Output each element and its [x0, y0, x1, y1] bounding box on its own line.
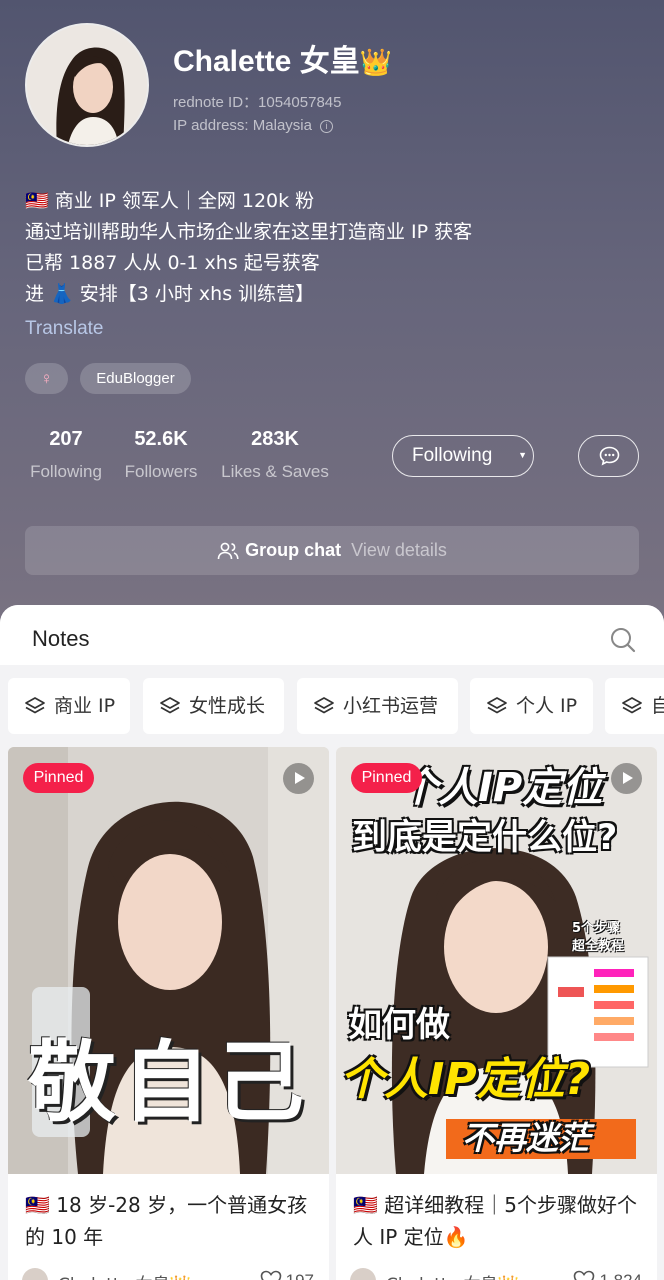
note-title: 🇲🇾 超详细教程｜5个步骤做好个人 IP 定位🔥 [353, 1193, 637, 1249]
note-thumbnail[interactable]: 个人IP定位 到底是定什么位? 5个步骤 超全教程 如何做 个人IP定位? 不再… [336, 747, 657, 1174]
category-label: 个人 IP [516, 695, 578, 717]
message-button[interactable] [578, 435, 639, 477]
following-label: Following [412, 445, 493, 466]
group-chat-label: Group chat [245, 540, 342, 560]
layers-icon [487, 697, 507, 714]
search-button[interactable] [610, 627, 636, 658]
note-footer: Chalette 女皇👑 197 [22, 1264, 322, 1280]
layers-icon [160, 697, 180, 714]
stat-label: Following [30, 462, 102, 481]
layers-icon [314, 697, 334, 714]
layers-icon [622, 697, 642, 714]
stat-label: Followers [124, 462, 198, 481]
notes-panel: Notes 商业 IP 女性成长 小红书运营 个人 IP 自 敬自己 Pinne… [0, 605, 664, 1280]
overlay-text: 个人IP定位 [398, 765, 603, 811]
pinned-badge: Pinned [351, 763, 422, 793]
info-icon[interactable]: i [319, 120, 333, 133]
group-chat-bar[interactable]: Group chat View details [25, 526, 639, 575]
bio-line: 进 👗 安排【3 小时 xhs 训练营】 [25, 283, 315, 305]
like-count[interactable]: 197 [260, 1270, 314, 1280]
category-chip[interactable]: 自 [605, 678, 664, 734]
overlay-text: 个人IP定位? [340, 1054, 591, 1105]
bio-line: 通过培训帮助华人市场企业家在这里打造商业 IP 获客 [25, 221, 473, 243]
following-button[interactable]: Following ▼ [392, 435, 534, 477]
play-icon [611, 763, 642, 794]
profile-name: Chalette 女皇👑 [173, 45, 393, 78]
category-label: 商业 IP [54, 695, 116, 717]
translate-link[interactable]: Translate [25, 318, 104, 340]
overlay-text: 超全教程 [572, 939, 625, 954]
author-avatar[interactable] [350, 1268, 376, 1280]
author-avatar[interactable] [22, 1268, 48, 1280]
layers-icon [25, 697, 45, 714]
stat-value: 283K [251, 428, 299, 450]
stat-value: 207 [49, 428, 83, 450]
profile-header: Chalette 女皇👑 rednote ID：1054057845 IP ad… [0, 0, 664, 640]
rednote-id: rednote ID：1054057845 [173, 94, 342, 111]
play-icon [283, 763, 314, 794]
category-chip[interactable]: 商业 IP [8, 678, 130, 734]
bio-line: 已帮 1887 人从 0-1 xhs 起号获客 [25, 252, 320, 274]
bio-line: 🇲🇾 商业 IP 领军人｜全网 120k 粉 [25, 190, 315, 212]
category-label: 小红书运营 [343, 695, 439, 717]
note-footer: Chalette 女皇👑 1,824 [350, 1264, 650, 1280]
heart-icon [260, 1270, 281, 1280]
category-label: 女性成长 [189, 695, 266, 717]
note-title: 🇲🇾 18 岁-28 岁，一个普通女孩的 10 年 [25, 1193, 308, 1249]
author-name[interactable]: Chalette 女皇👑 [58, 1270, 191, 1280]
overlay-text: 5个步骤 [572, 921, 621, 936]
like-value: 197 [286, 1271, 314, 1280]
search-icon [611, 628, 636, 653]
stat-following[interactable]: 207 Following [25, 428, 107, 482]
overlay-text: 敬 [28, 1031, 123, 1134]
stat-likes-saves[interactable]: 283K Likes & Saves [215, 428, 335, 482]
tab-notes[interactable]: Notes [32, 626, 89, 652]
category-label: 自 [651, 695, 664, 717]
overlay-text: 不再迷茫 [462, 1119, 591, 1157]
overlay-text: 如何做 [348, 1005, 450, 1045]
category-chip[interactable]: 个人 IP [470, 678, 593, 734]
ip-address: IP address: Malaysia i [173, 117, 333, 134]
category-chip[interactable]: 小红书运营 [297, 678, 458, 734]
chevron-down-icon: ▼ [518, 450, 527, 460]
note-card[interactable]: 敬自己 Pinned 🇲🇾 18 岁-28 岁，一个普通女孩的 10 年 Cha… [8, 747, 329, 1280]
notes-tab-bar: Notes [0, 605, 664, 665]
overlay-text: 到底是定什么位? [352, 818, 618, 858]
profile-bio: 🇲🇾 商业 IP 领军人｜全网 120k 粉 通过培训帮助华人市场企业家在这里打… [25, 186, 645, 310]
gender-tag: ♀ [25, 363, 68, 394]
overlay-text: 己 [216, 1031, 311, 1134]
stat-label: Likes & Saves [221, 462, 329, 481]
author-name[interactable]: Chalette 女皇👑 [386, 1270, 519, 1280]
overlay-text: 自 [122, 1031, 217, 1134]
like-count[interactable]: 1,824 [573, 1270, 642, 1280]
pinned-badge: Pinned [23, 763, 94, 793]
chat-bubble-icon [599, 446, 620, 466]
heart-icon [574, 1270, 595, 1280]
category-tag: EduBlogger [80, 363, 191, 394]
group-icon [217, 542, 239, 560]
note-card[interactable]: 个人IP定位 到底是定什么位? 5个步骤 超全教程 如何做 个人IP定位? 不再… [336, 747, 657, 1280]
view-details-link[interactable]: View details [351, 540, 447, 560]
profile-avatar[interactable] [25, 23, 149, 147]
stat-value: 52.6K [134, 428, 188, 450]
category-chip[interactable]: 女性成长 [143, 678, 284, 734]
stat-followers[interactable]: 52.6K Followers [119, 428, 203, 482]
like-value: 1,824 [599, 1271, 642, 1280]
note-thumbnail[interactable]: 敬自己 Pinned [8, 747, 329, 1174]
